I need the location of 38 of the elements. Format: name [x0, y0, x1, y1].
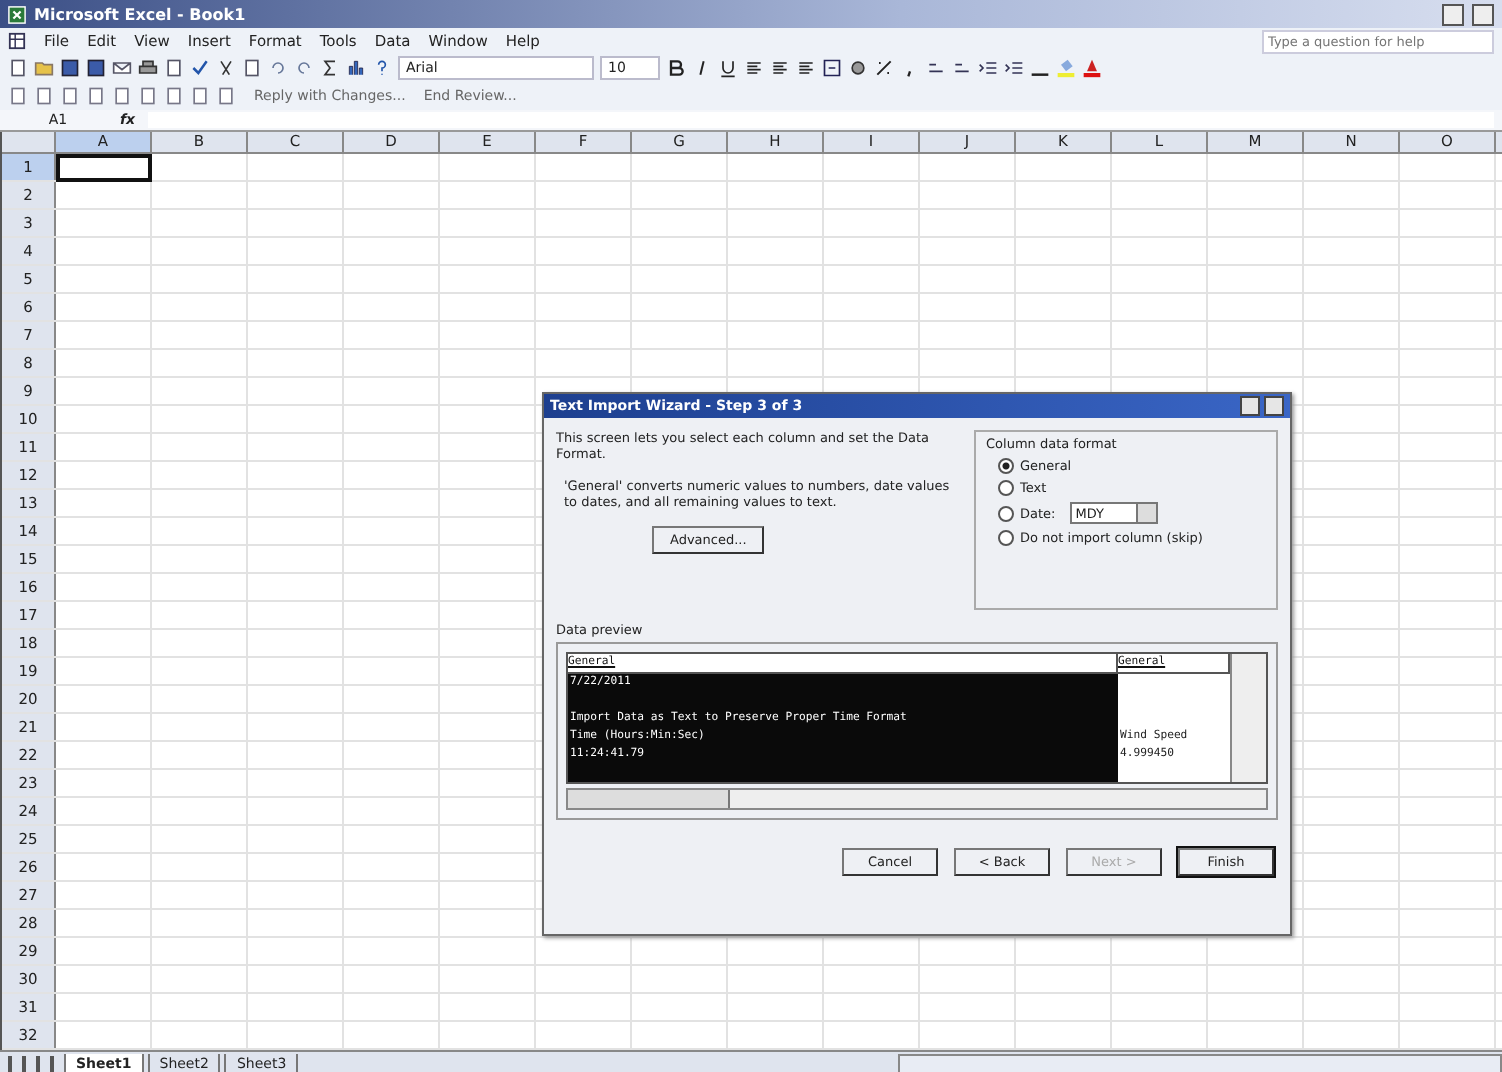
- undo-icon[interactable]: [268, 58, 288, 78]
- chart-icon[interactable]: [346, 58, 366, 78]
- maximize-button[interactable]: [1472, 3, 1494, 25]
- excel-icon: [8, 5, 26, 23]
- printer-icon[interactable]: [138, 58, 158, 78]
- mail-icon[interactable]: [112, 58, 132, 78]
- radio-button[interactable]: [998, 530, 1014, 546]
- align-icon[interactable]: [744, 58, 764, 78]
- sheet-horizontal-scrollbar[interactable]: [898, 1053, 1502, 1072]
- indent-icon[interactable]: [1004, 58, 1024, 78]
- bold-icon[interactable]: [666, 58, 686, 78]
- merge-icon[interactable]: [822, 58, 842, 78]
- folder-icon[interactable]: [34, 58, 54, 78]
- check-icon[interactable]: [190, 58, 210, 78]
- active-cell[interactable]: [56, 154, 152, 182]
- workbook-icon[interactable]: [8, 32, 26, 50]
- vertical-scrollbar[interactable]: [1230, 654, 1266, 782]
- radio-button[interactable]: [998, 505, 1014, 521]
- indent-icon[interactable]: [978, 58, 998, 78]
- align-icon[interactable]: [796, 58, 816, 78]
- close-button[interactable]: [1264, 396, 1284, 416]
- help-button[interactable]: [1240, 396, 1260, 416]
- window-title: Microsoft Excel - Book1: [34, 5, 246, 23]
- sheet-nav-buttons[interactable]: [8, 1056, 60, 1072]
- radio-button[interactable]: [998, 458, 1014, 474]
- percent-icon[interactable]: [874, 58, 894, 78]
- sigma-icon[interactable]: [320, 58, 340, 78]
- underline-icon[interactable]: [718, 58, 738, 78]
- redo-icon[interactable]: [294, 58, 314, 78]
- radio-button[interactable]: [998, 480, 1014, 496]
- minimize-button[interactable]: [1442, 3, 1464, 25]
- help-icon[interactable]: [372, 58, 392, 78]
- horizontal-scrollbar[interactable]: [566, 788, 1268, 810]
- font-color-icon[interactable]: [1082, 58, 1102, 78]
- formula-field[interactable]: [147, 112, 1494, 128]
- fill-color-icon[interactable]: [1056, 58, 1076, 78]
- scissors-icon[interactable]: [216, 58, 236, 78]
- align-icon[interactable]: [770, 58, 790, 78]
